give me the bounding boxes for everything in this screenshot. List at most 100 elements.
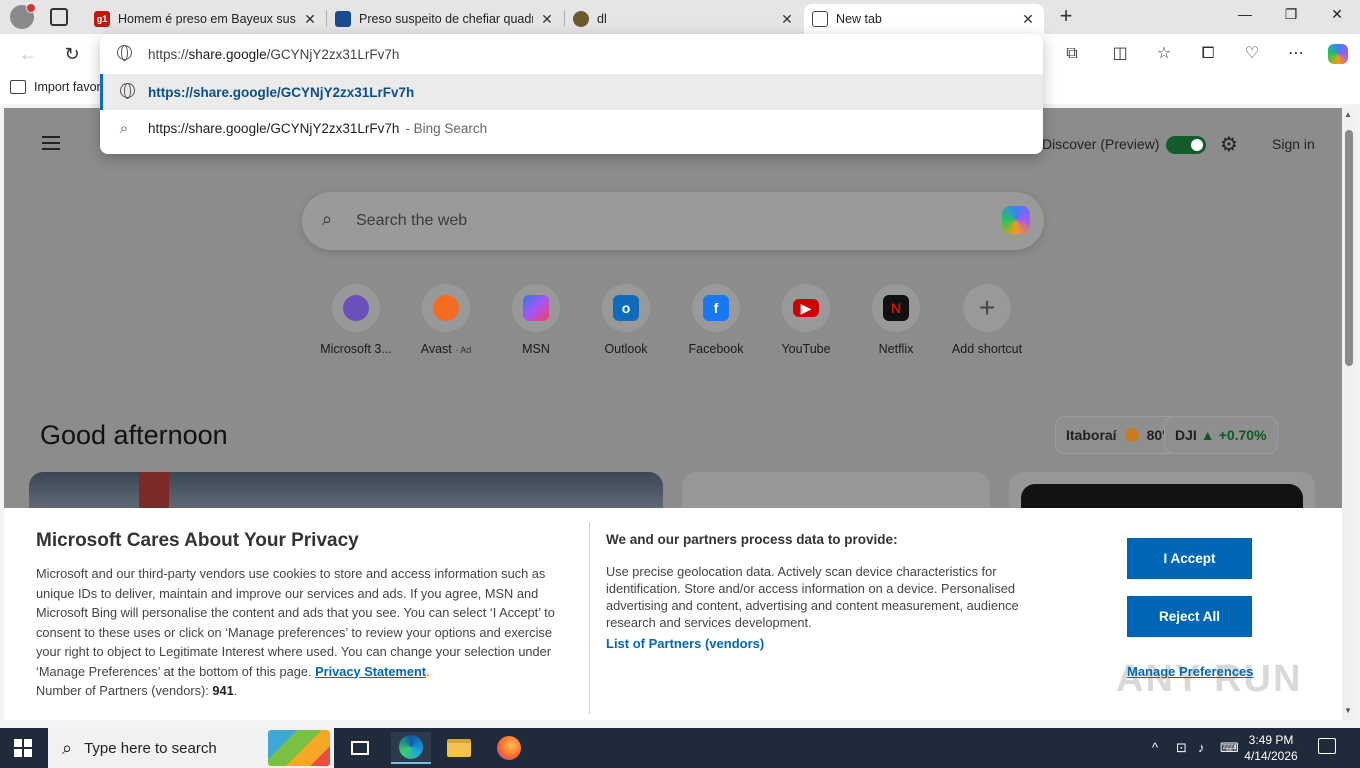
tab-new-tab[interactable]: New tab ✕ — [804, 4, 1044, 34]
up-arrow-icon: ▲ — [1200, 427, 1215, 443]
search-icon: ⌕ — [119, 119, 129, 137]
partners-count: 941 — [212, 683, 234, 698]
import-favorites-label: Import favor — [34, 80, 101, 94]
m365-icon — [343, 295, 369, 321]
browser-essentials-icon[interactable]: ♡ — [1240, 42, 1264, 66]
reject-all-button[interactable]: Reject All — [1127, 596, 1252, 637]
search-highlight-icon — [268, 730, 330, 766]
outlook-icon: o — [613, 295, 639, 321]
import-favorites-item[interactable]: Import favor — [10, 80, 101, 94]
address-bar-dropdown: https://share.google/GCYNjY2zx31LrFv7h h… — [100, 34, 1043, 154]
tab-actions-icon[interactable] — [50, 8, 68, 26]
seal-favicon-icon — [573, 11, 589, 27]
discover-toggle[interactable] — [1166, 136, 1206, 154]
page-scrollbar[interactable]: ▲ ▼ — [1342, 108, 1356, 720]
taskbar-search-placeholder: Type here to search — [84, 739, 217, 757]
stock-symbol: DJI — [1175, 427, 1197, 443]
shortcut-microsoft365[interactable]: Microsoft 3... — [316, 284, 396, 356]
collections-icon[interactable]: ⧠ — [1196, 42, 1220, 66]
scroll-thumb[interactable] — [1345, 130, 1353, 366]
new-tab-plus-icon[interactable]: + — [1056, 5, 1076, 29]
search-icon: ⌕ — [62, 737, 73, 758]
facebook-icon: f — [703, 295, 729, 321]
copilot-icon[interactable] — [1326, 42, 1350, 66]
greeting-heading: Good afternoon — [40, 420, 228, 450]
volume-icon[interactable]: ♪ — [1198, 740, 1205, 755]
tab-title: Preso suspeito de chefiar quadrilh — [359, 12, 533, 26]
shortcut-netflix[interactable]: N Netflix — [856, 284, 936, 356]
refresh-icon[interactable]: ↻ — [60, 42, 84, 66]
tab-dl[interactable]: dl ✕ — [565, 4, 803, 34]
shortcut-avast[interactable]: Avast · Ad — [406, 284, 486, 356]
weather-pill[interactable]: Itaboraí 80° — [1055, 416, 1179, 454]
network-icon[interactable]: ⊡ — [1176, 740, 1187, 756]
sign-in-link[interactable]: Sign in — [1272, 136, 1315, 152]
file-explorer-icon[interactable] — [439, 732, 479, 764]
g1-favicon-icon: g1 — [94, 11, 110, 27]
close-tab-icon[interactable]: ✕ — [1020, 11, 1036, 28]
windows-taskbar: ⌕ Type here to search ^ ⊡ ♪ ⌨ 3:49 PM 4/… — [0, 728, 1360, 768]
shortcut-facebook[interactable]: f Facebook — [676, 284, 756, 356]
accept-button[interactable]: I Accept — [1127, 538, 1252, 579]
hamburger-menu-icon[interactable] — [42, 136, 60, 150]
privacy-body: Microsoft and our third-party vendors us… — [36, 566, 555, 698]
taskbar-search[interactable]: ⌕ Type here to search — [48, 728, 334, 768]
netflix-icon: N — [883, 295, 909, 321]
extensions-icon[interactable]: ⧉ — [1060, 42, 1084, 66]
shortcut-youtube[interactable]: ▶ YouTube — [766, 284, 846, 356]
minimize-icon[interactable]: — — [1230, 6, 1260, 22]
notifications-icon[interactable] — [1318, 738, 1336, 754]
windows-start-icon[interactable] — [14, 739, 32, 757]
tab-title: dl — [597, 12, 607, 26]
plus-icon: + — [978, 292, 996, 323]
tab-g1[interactable]: g1 Homem é preso em Bayeux suspe ✕ — [86, 4, 326, 34]
firefox-icon[interactable] — [489, 732, 529, 764]
shortcut-outlook[interactable]: o Outlook — [586, 284, 666, 356]
stock-change: +0.70% — [1218, 427, 1267, 443]
tab-title: Homem é preso em Bayeux suspe — [118, 12, 296, 26]
scroll-down-icon[interactable]: ▼ — [1344, 706, 1352, 715]
clock-date: 4/14/2026 — [1244, 749, 1298, 763]
privacy-title: Microsoft Cares About Your Privacy — [36, 530, 359, 551]
scroll-up-icon[interactable]: ▲ — [1344, 110, 1352, 119]
shortcut-msn[interactable]: MSN — [496, 284, 576, 356]
search-icon: ⌕ — [322, 209, 333, 229]
close-tab-icon[interactable]: ✕ — [302, 11, 318, 28]
manage-preferences-link[interactable]: Manage Preferences — [1127, 664, 1253, 679]
globe-icon — [116, 44, 132, 61]
tab-title: New tab — [836, 12, 882, 26]
close-window-icon[interactable]: ✕ — [1322, 6, 1352, 23]
shortcut-add[interactable]: + Add shortcut — [947, 284, 1027, 356]
copilot-logo-icon[interactable] — [1002, 206, 1030, 234]
split-screen-icon[interactable]: ◫ — [1108, 42, 1132, 66]
favorites-icon[interactable]: ☆ — [1152, 42, 1176, 66]
privacy-statement-link[interactable]: Privacy Statement — [315, 664, 426, 679]
msn-icon — [523, 295, 549, 321]
more-menu-icon[interactable]: ⋯ — [1284, 42, 1308, 66]
tab-preso[interactable]: Preso suspeito de chefiar quadrilh ✕ — [327, 4, 563, 34]
address-input[interactable]: https://share.google/GCYNjY2zx31LrFv7h — [100, 36, 1043, 72]
close-tab-icon[interactable]: ✕ — [779, 11, 795, 28]
suggestion-bing-search[interactable]: ⌕ https://share.google/GCYNjY2zx31LrFv7h… — [100, 110, 1043, 146]
edge-taskbar-icon[interactable] — [391, 732, 431, 764]
taskbar-clock[interactable]: 3:49 PM 4/14/2026 — [1236, 732, 1306, 764]
globe-icon — [119, 82, 135, 99]
task-view-icon[interactable] — [340, 732, 380, 764]
chevron-up-icon[interactable]: ^ — [1152, 740, 1158, 755]
data-purposes-body: Use precise geolocation data. Actively s… — [606, 564, 1019, 630]
clock-time: 3:49 PM — [1248, 733, 1294, 747]
partners-list-link[interactable]: List of Partners (vendors) — [606, 636, 764, 651]
settings-gear-icon[interactable]: ⚙ — [1220, 132, 1238, 157]
privacy-consent-banner: Microsoft Cares About Your Privacy Micro… — [4, 508, 1342, 720]
discover-label: Discover (Preview) — [1042, 136, 1160, 152]
suggestion-url[interactable]: https://share.google/GCYNjY2zx31LrFv7h — [100, 74, 1043, 110]
back-arrow-icon[interactable]: ← — [16, 42, 40, 66]
restore-icon[interactable]: ❐ — [1276, 6, 1306, 23]
close-tab-icon[interactable]: ✕ — [539, 11, 555, 28]
data-purposes-heading: We and our partners process data to prov… — [606, 532, 898, 547]
profile-avatar[interactable] — [10, 3, 36, 29]
youtube-icon: ▶ — [793, 299, 819, 317]
web-search-box[interactable]: ⌕ Search the web — [302, 192, 1044, 250]
weather-partly-sunny-icon — [1124, 428, 1139, 442]
stock-pill[interactable]: DJI ▲ +0.70% — [1164, 416, 1278, 454]
